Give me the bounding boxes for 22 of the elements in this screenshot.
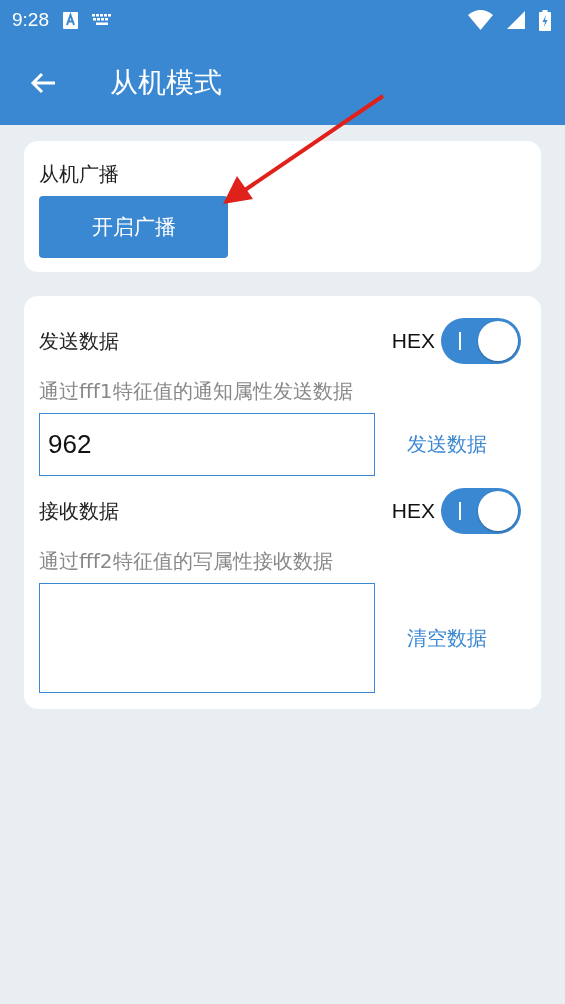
hex-toggle[interactable] <box>441 488 521 534</box>
signal-icon <box>507 11 525 29</box>
hex-label: HEX <box>391 499 435 523</box>
start-broadcast-button[interactable]: 开启广播 <box>39 196 228 258</box>
hex-toggle[interactable] <box>441 318 521 364</box>
section-title: 发送数据 <box>39 327 119 355</box>
action-link[interactable]: 清空数据 <box>407 624 487 652</box>
input-field[interactable]: 962 <box>39 413 375 476</box>
clock: 9:28 <box>12 9 49 31</box>
input-field[interactable] <box>39 583 375 693</box>
keyboard-app-icon <box>63 11 78 29</box>
keyboard-icon <box>92 14 112 26</box>
section-title: 从机广播 <box>39 161 120 188</box>
page-title: 从机模式 <box>110 64 222 101</box>
action-link[interactable]: 发送数据 <box>407 431 487 458</box>
battery-icon <box>539 9 551 31</box>
section-title: 接收数据 <box>39 497 119 525</box>
hint-text: 通过fff2特征值的写属性接收数据 <box>39 548 334 575</box>
hint-text: 通过fff1特征值的通知属性发送数据 <box>39 378 354 405</box>
back-icon[interactable] <box>30 71 56 94</box>
hex-label: HEX <box>391 329 435 353</box>
wifi-icon <box>468 10 493 30</box>
